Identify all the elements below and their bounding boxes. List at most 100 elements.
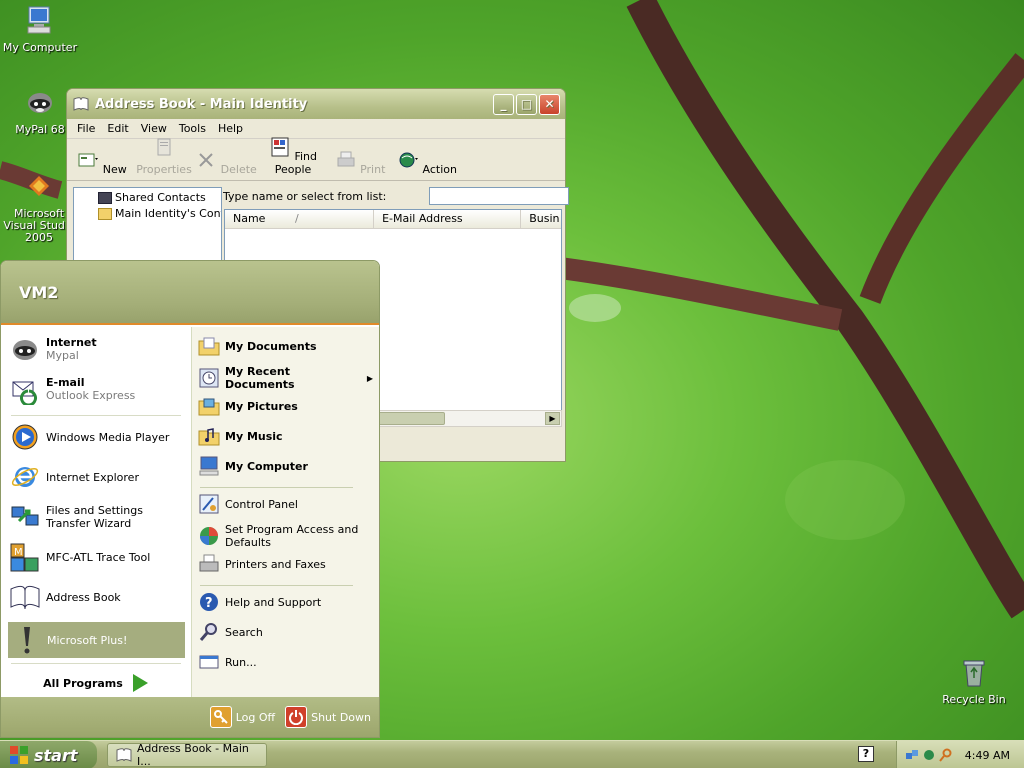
properties-button[interactable]: Properties: [133, 136, 195, 176]
my-music-icon: [198, 428, 220, 446]
recent-microsoft-plus[interactable]: Microsoft Plus!: [8, 622, 185, 658]
folder-tree[interactable]: Shared Contacts Main Identity's Conta: [73, 187, 222, 267]
list-header: Name / E-Mail Address Busin: [225, 210, 561, 229]
place-set-program-access[interactable]: Set Program Access and Defaults: [198, 523, 377, 549]
menu-edit[interactable]: Edit: [101, 122, 134, 135]
toolbar: New Properties Delete Find People Print …: [67, 136, 565, 181]
column-business[interactable]: Busin: [521, 210, 561, 228]
svg-text:?: ?: [205, 596, 213, 611]
submenu-arrow-icon: ▶: [366, 373, 373, 383]
recent-files-settings-wizard[interactable]: Files and Settings Transfer Wizard: [9, 501, 185, 533]
search-tray-icon[interactable]: [939, 748, 953, 762]
delete-icon: [199, 153, 213, 167]
clock[interactable]: 4:49 AM: [965, 749, 1010, 762]
desktop-icon-label: My Computer: [2, 41, 78, 54]
start-menu-header: VM2: [1, 261, 379, 325]
action-button[interactable]: Action: [391, 149, 463, 176]
place-my-pictures[interactable]: My Pictures: [198, 395, 377, 417]
scroll-right-icon[interactable]: ▶: [545, 412, 560, 425]
start-button[interactable]: start: [0, 741, 97, 768]
internet-explorer-icon: [11, 467, 39, 487]
window-titlebar[interactable]: Address Book - Main Identity _ □ ✕: [67, 89, 565, 119]
menu-view[interactable]: View: [135, 122, 173, 135]
all-programs-button[interactable]: All Programs: [1, 667, 191, 699]
start-menu-footer: Log Off Shut Down: [1, 697, 379, 737]
place-my-documents[interactable]: My Documents: [198, 335, 377, 357]
desktop-icon-my-computer[interactable]: My Computer: [0, 4, 80, 54]
svg-text:M: M: [14, 547, 23, 558]
menu-tools[interactable]: Tools: [173, 122, 212, 135]
tree-item-shared-contacts[interactable]: Shared Contacts: [98, 190, 221, 206]
recent-mfc-atl-trace-tool[interactable]: M MFC-ATL Trace Tool: [9, 541, 185, 573]
my-computer-icon: [199, 456, 219, 476]
pinned-internet[interactable]: Internet Mypal: [9, 333, 185, 365]
column-name[interactable]: Name /: [225, 210, 375, 228]
folder-icon: [98, 208, 112, 220]
search-icon: [199, 623, 217, 641]
programs-column: Internet Mypal E-mail Outlook Express Wind…: [1, 327, 191, 699]
new-button[interactable]: New: [71, 149, 133, 176]
search-label: Type name or select from list:: [223, 189, 387, 203]
separator: [200, 487, 353, 488]
delete-button[interactable]: Delete: [195, 149, 257, 176]
properties-icon: [157, 138, 171, 156]
action-icon: [399, 152, 419, 168]
place-search[interactable]: Search: [198, 621, 377, 643]
separator: [200, 585, 353, 586]
place-control-panel[interactable]: Control Panel: [198, 493, 377, 515]
run-icon: [199, 655, 219, 669]
taskbar: start Address Book - Main I... ? 4:49 AM: [0, 740, 1024, 768]
place-my-recent-documents[interactable]: My Recent Documents ▶: [198, 365, 377, 391]
tray-app-icon[interactable]: [922, 748, 936, 762]
search-input[interactable]: [429, 187, 569, 205]
recycle-bin-icon: [963, 660, 985, 687]
mypal-icon: [13, 340, 37, 360]
recent-address-book[interactable]: Address Book: [9, 581, 185, 613]
places-column: My Documents My Recent Documents ▶ My Pi…: [191, 327, 379, 699]
search-row: Type name or select from list:: [223, 185, 569, 207]
green-arrow-icon: [132, 674, 148, 692]
contacts-folder-icon: [98, 192, 112, 204]
log-off-button[interactable]: Log Off: [209, 706, 275, 728]
outlook-express-icon: [12, 381, 37, 405]
print-button[interactable]: Print: [329, 149, 391, 176]
recent-internet-explorer[interactable]: Internet Explorer: [9, 461, 185, 493]
separator: [11, 663, 181, 664]
address-book-icon: [116, 748, 132, 762]
place-help-support[interactable]: ? Help and Support: [198, 591, 377, 613]
maximize-button[interactable]: □: [516, 93, 537, 115]
menu-file[interactable]: File: [71, 122, 101, 135]
close-button[interactable]: ✕: [539, 93, 560, 115]
system-tray: 4:49 AM: [896, 741, 1024, 768]
tree-item-main-identity[interactable]: Main Identity's Conta: [98, 206, 221, 222]
computer-icon: [27, 6, 51, 34]
transfer-wizard-icon: [11, 506, 39, 526]
place-my-music[interactable]: My Music: [198, 425, 377, 447]
place-run[interactable]: Run...: [198, 651, 377, 673]
help-tray-icon[interactable]: ?: [858, 746, 874, 762]
desktop-icon-label: Recycle Bin: [942, 693, 1006, 706]
column-email[interactable]: E-Mail Address: [374, 210, 522, 228]
menu-help[interactable]: Help: [212, 122, 249, 135]
desktop-icon-recycle-bin[interactable]: Recycle Bin: [934, 656, 1014, 706]
key-icon: [209, 706, 232, 728]
find-people-icon: [271, 137, 289, 157]
minimize-button[interactable]: _: [493, 93, 514, 115]
recent-windows-media-player[interactable]: Windows Media Player: [9, 421, 185, 453]
visual-studio-icon: [29, 176, 49, 196]
control-panel-icon: [199, 494, 219, 514]
recent-documents-icon: [199, 368, 219, 388]
taskbar-button-address-book[interactable]: Address Book - Main I...: [107, 742, 267, 768]
start-menu: VM2 Internet Mypal E-mail Outlook Express: [0, 260, 380, 738]
find-people-button[interactable]: Find People: [257, 136, 329, 176]
place-printers-faxes[interactable]: Printers and Faxes: [198, 553, 377, 575]
place-my-computer[interactable]: My Computer: [198, 455, 377, 477]
shut-down-button[interactable]: Shut Down: [285, 706, 371, 728]
power-icon: [285, 706, 308, 728]
network-icon[interactable]: [905, 748, 919, 762]
my-documents-icon: [198, 337, 220, 356]
sort-arrow-icon: /: [294, 212, 299, 225]
pinned-email[interactable]: E-mail Outlook Express: [9, 373, 185, 405]
program-access-icon: [200, 527, 218, 545]
media-player-icon: [12, 424, 38, 450]
